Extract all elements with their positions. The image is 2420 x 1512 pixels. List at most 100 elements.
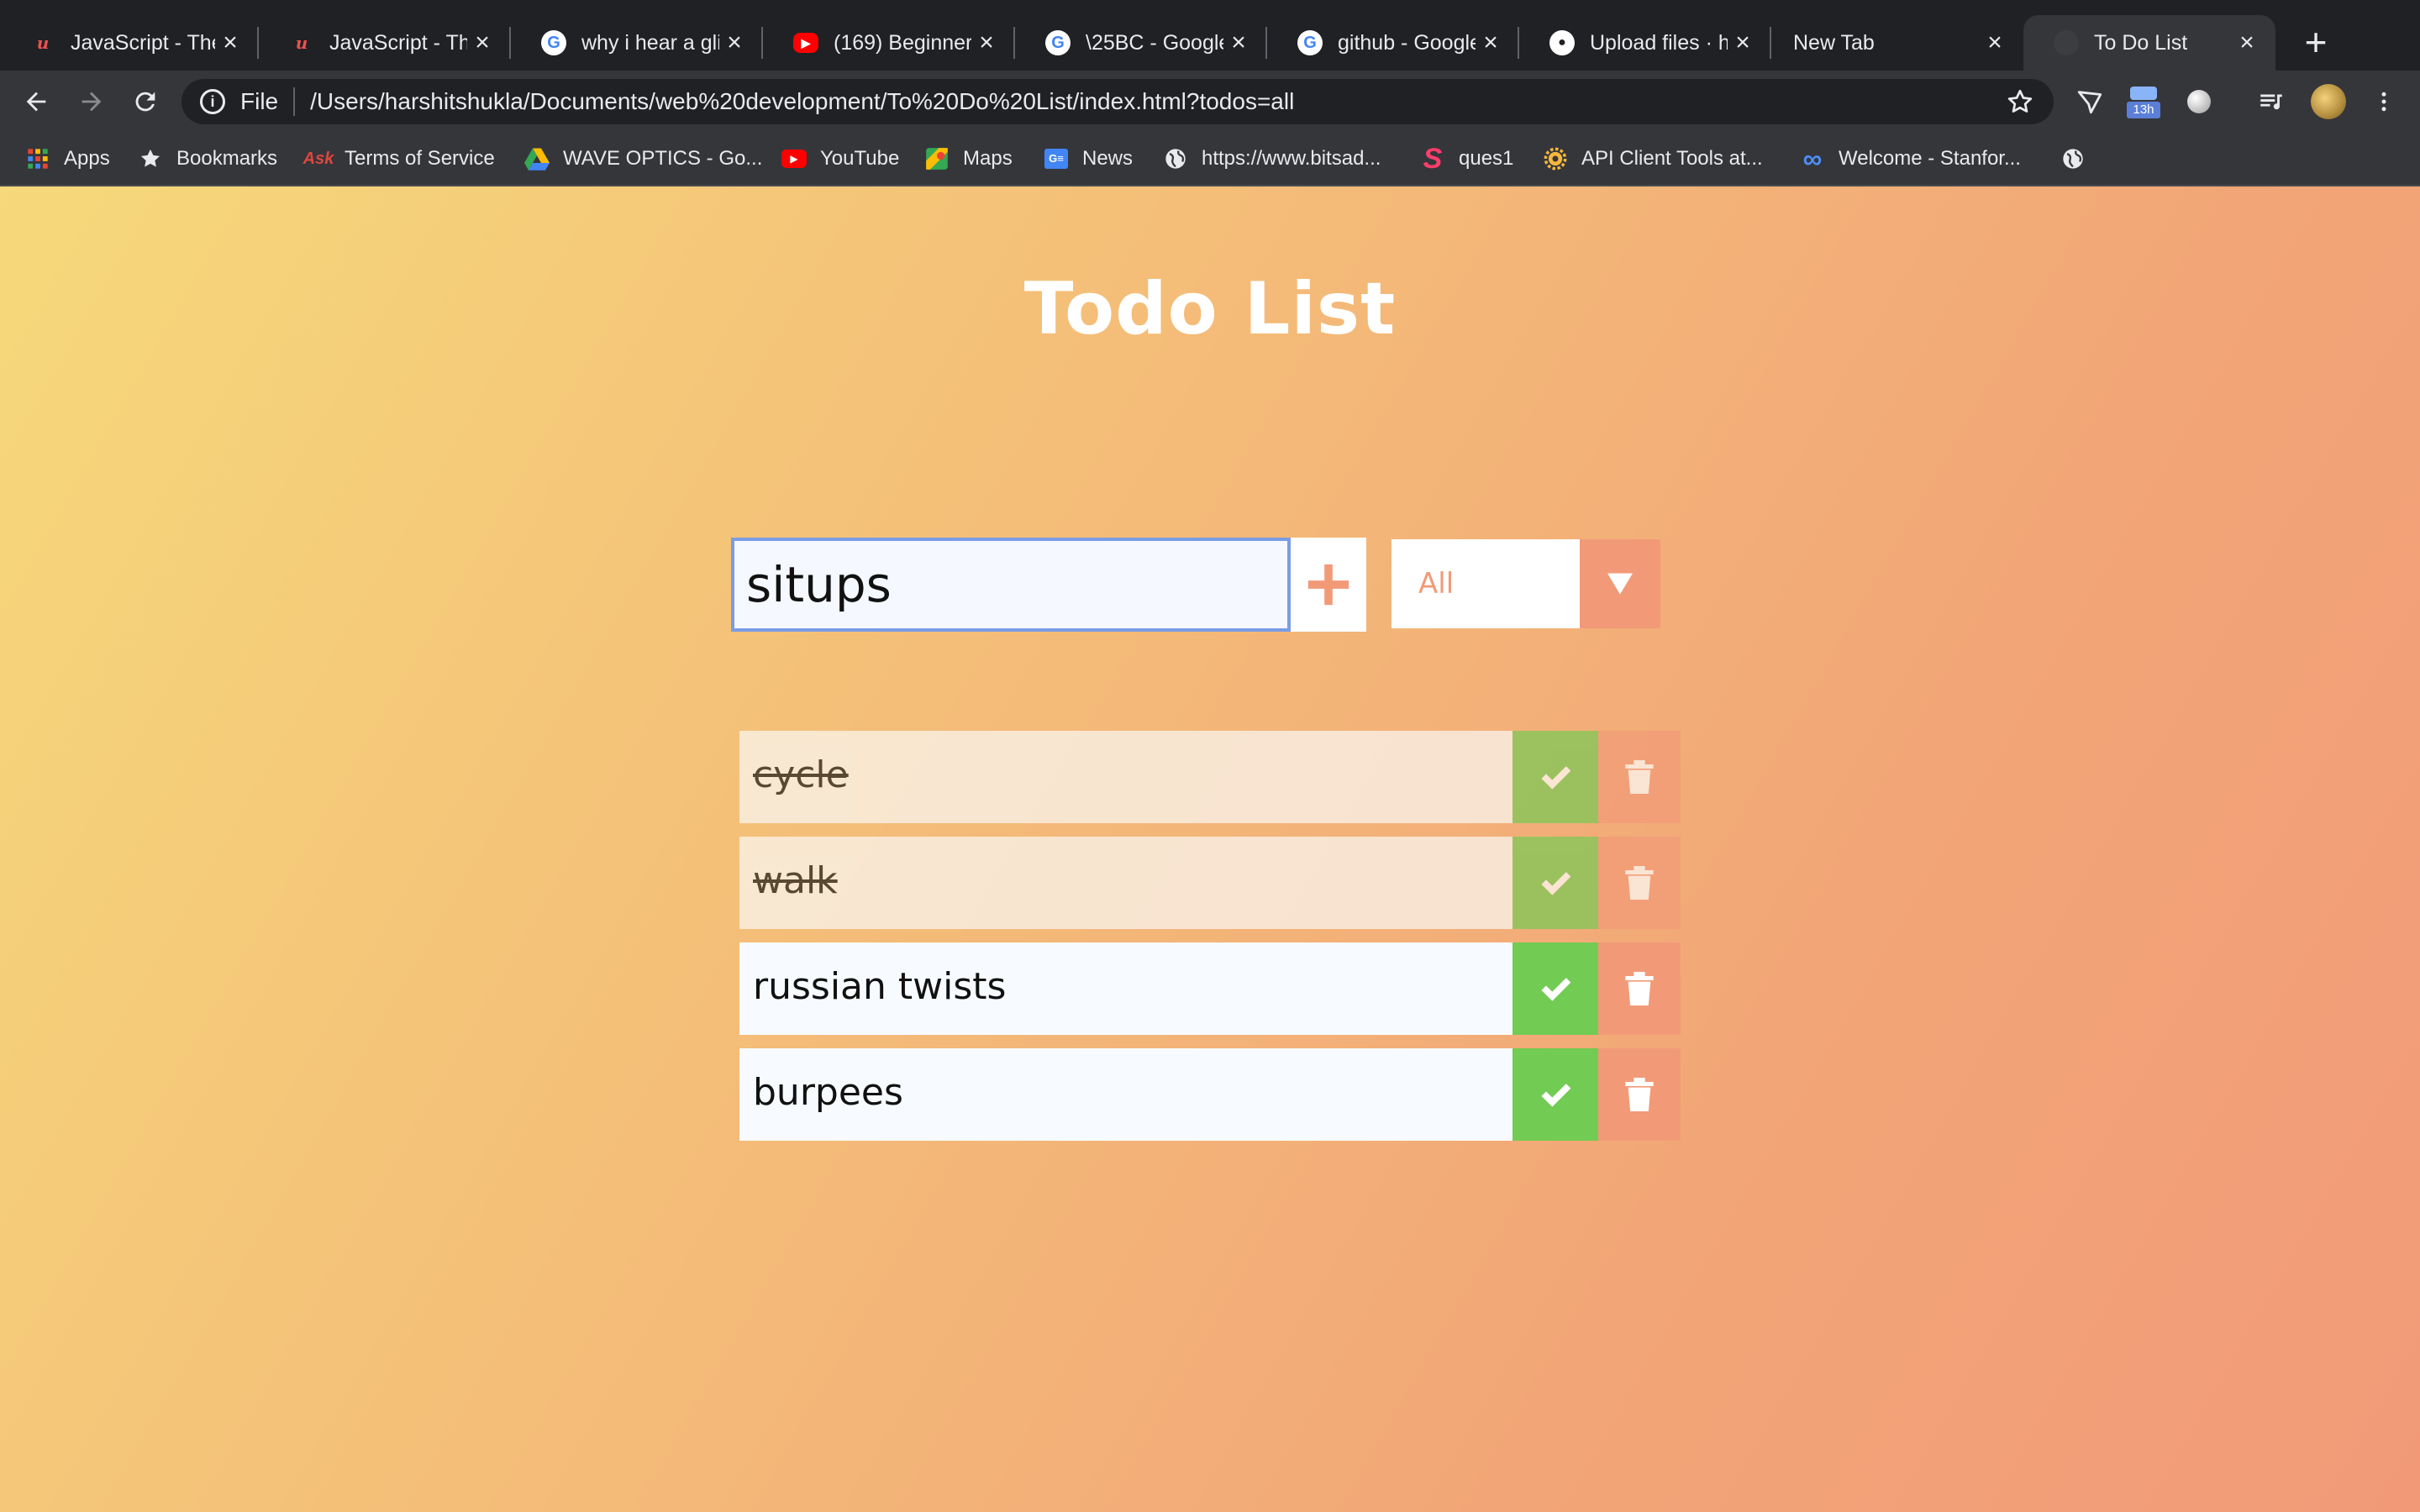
bookmark-maps[interactable]: Maps — [924, 133, 1013, 185]
tab-title: JavaScript - The — [71, 30, 215, 55]
browser-tab-active[interactable]: To Do List × — [2023, 15, 2275, 71]
bookmarks-bar: Apps Bookmarks Ask Terms of Service WAVE… — [0, 133, 2420, 186]
tab-title: github - Google — [1338, 30, 1476, 55]
address-bar[interactable]: i File /Users/harshitshukla/Documents/we… — [182, 79, 2054, 124]
bookmark-terms-of-service[interactable]: Ask Terms of Service — [303, 133, 495, 185]
reload-button[interactable] — [124, 81, 166, 123]
tab-title: New Tab — [1793, 30, 1875, 55]
browser-tab[interactable]: New Tab × — [1771, 15, 2023, 71]
complete-button[interactable] — [1512, 942, 1598, 1035]
browser-tab[interactable]: u JavaScript - The × — [0, 15, 259, 71]
bookmark-welcome-stanford[interactable]: ∞ Welcome - Stanfor... — [1800, 133, 2021, 185]
tab-title: \25BC - Google — [1086, 30, 1223, 55]
bookmark-label: YouTube — [820, 147, 900, 170]
udemy-icon: u — [295, 33, 308, 53]
bookmark-news[interactable]: G≡ News — [1044, 133, 1133, 185]
bookmark-label: Bookmarks — [176, 147, 278, 170]
trash-icon — [1625, 972, 1654, 1005]
complete-button[interactable] — [1512, 837, 1598, 929]
todo-text: burpees — [739, 1048, 1512, 1141]
todo-item: cycle — [739, 731, 1681, 823]
delete-button[interactable] — [1598, 731, 1681, 823]
filter-select[interactable]: All — [1392, 539, 1660, 628]
delete-button[interactable] — [1598, 1048, 1681, 1141]
close-tab-icon[interactable]: × — [1728, 29, 1758, 57]
browser-tab[interactable]: ▶ (169) Beginner × — [763, 15, 1015, 71]
bookmark-label: API Client Tools at... — [1581, 147, 1763, 170]
complete-button[interactable] — [1512, 731, 1598, 823]
page-icon — [2054, 30, 2079, 55]
back-button[interactable] — [15, 81, 57, 123]
check-icon — [1541, 978, 1571, 1001]
gear-sun-icon — [1543, 146, 1568, 171]
todo-list: cycle walk russian twists burpees — [739, 731, 1681, 1154]
browser-tab[interactable]: G \25BC - Google × — [1015, 15, 1267, 71]
bookmark-star-icon[interactable] — [2005, 87, 2035, 117]
todo-item: walk — [739, 837, 1681, 929]
bookmark-apps[interactable]: Apps — [25, 133, 110, 185]
browser-tab-strip: u JavaScript - The × u JavaScript - The … — [0, 0, 2420, 71]
media-queue-icon[interactable] — [2252, 82, 2291, 121]
globe-icon — [2060, 146, 2086, 171]
address-url[interactable]: /Users/harshitshukla/Documents/web%20dev… — [310, 88, 2005, 115]
close-tab-icon[interactable]: × — [467, 29, 497, 57]
browser-tab[interactable]: G github - Google × — [1267, 15, 1519, 71]
check-icon — [1541, 872, 1571, 895]
bookmark-youtube[interactable]: ▶ YouTube — [781, 133, 899, 185]
close-tab-icon[interactable]: × — [1223, 29, 1254, 57]
bookmark-label: ques1 — [1459, 147, 1514, 170]
dropdown-arrow-button[interactable] — [1580, 539, 1660, 628]
tab-title: JavaScript - The — [329, 30, 467, 55]
close-tab-icon[interactable]: × — [215, 29, 245, 57]
youtube-icon: ▶ — [781, 146, 807, 171]
browser-tab[interactable]: G why i hear a glit × — [511, 15, 763, 71]
filter-selected-value: All — [1418, 567, 1455, 601]
star-icon — [138, 146, 163, 171]
bookmark-bitsadmission[interactable]: https://www.bitsad... — [1163, 133, 1381, 185]
bookmark-wave-optics[interactable]: WAVE OPTICS - Go... — [524, 133, 762, 185]
complete-button[interactable] — [1512, 1048, 1598, 1141]
address-scheme-label: File — [240, 88, 279, 114]
tab-title: Upload files · ha — [1590, 30, 1728, 55]
delete-button[interactable] — [1598, 837, 1681, 929]
todo-input[interactable]: situps — [731, 538, 1291, 632]
close-tab-icon[interactable]: × — [1980, 29, 2010, 57]
trash-icon — [1625, 866, 1654, 900]
tab-title: (169) Beginner — [834, 30, 971, 55]
send-extension-icon[interactable] — [2070, 82, 2109, 121]
bookmark-ques1[interactable]: S ques1 — [1420, 133, 1514, 185]
bookmark-bookmarks-folder[interactable]: Bookmarks — [138, 133, 277, 185]
bookmark-globe[interactable] — [2060, 133, 2099, 185]
tab-title: why i hear a glit — [581, 30, 719, 55]
close-tab-icon[interactable]: × — [1476, 29, 1506, 57]
moon-extension-icon[interactable] — [2180, 82, 2218, 121]
trash-icon — [1625, 1078, 1654, 1111]
close-tab-icon[interactable]: × — [719, 29, 750, 57]
close-tab-icon[interactable]: × — [971, 29, 1002, 57]
tab-title: To Do List — [2094, 30, 2188, 55]
close-tab-icon[interactable]: × — [2232, 29, 2262, 57]
more-menu-icon[interactable] — [2365, 82, 2403, 121]
reload-icon — [135, 92, 155, 112]
add-todo-button[interactable] — [1291, 538, 1366, 632]
forward-button[interactable] — [71, 81, 113, 123]
address-divider — [293, 87, 296, 116]
info-icon[interactable]: i — [200, 89, 225, 114]
bookmark-api-client-tools[interactable]: API Client Tools at... — [1543, 133, 1763, 185]
new-tab-button[interactable]: + — [2294, 20, 2338, 64]
github-icon: ● — [1549, 30, 1575, 55]
avatar[interactable] — [2309, 82, 2348, 121]
delete-button[interactable] — [1598, 942, 1681, 1035]
browser-toolbar: i File /Users/harshitshukla/Documents/we… — [0, 71, 2420, 133]
trash-icon — [1625, 760, 1654, 794]
check-icon — [1541, 766, 1571, 790]
infinity-icon: ∞ — [1802, 143, 1823, 174]
google-icon: G — [1297, 30, 1323, 55]
todo-item: burpees — [739, 1048, 1681, 1141]
calendar-extension-icon[interactable]: 13h — [2124, 82, 2163, 121]
browser-tab[interactable]: ● Upload files · ha × — [1519, 15, 1771, 71]
bookmark-label: Welcome - Stanfor... — [1839, 147, 2021, 170]
bookmark-label: Apps — [64, 147, 110, 170]
page-title: Todo List — [1023, 267, 1397, 351]
browser-tab[interactable]: u JavaScript - The × — [259, 15, 511, 71]
